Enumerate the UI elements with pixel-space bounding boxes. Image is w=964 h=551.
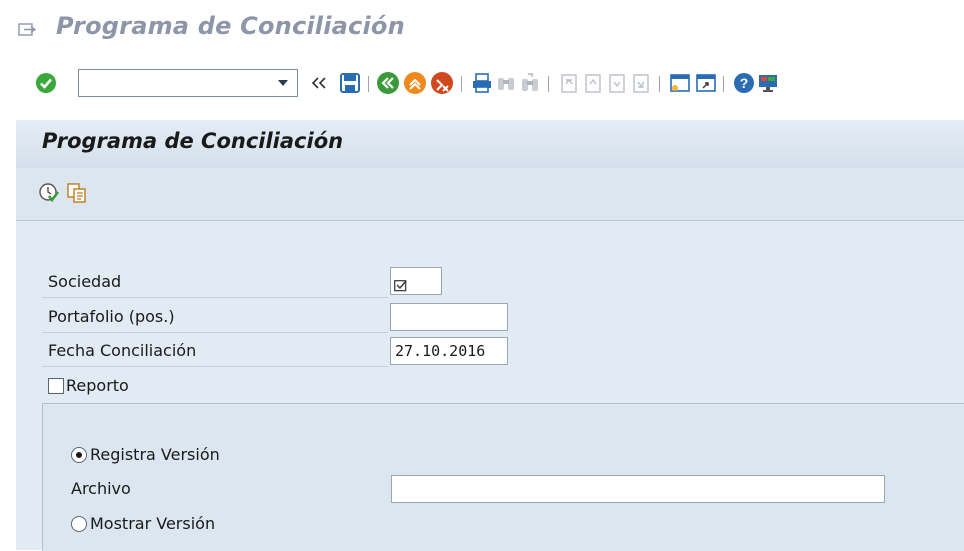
- main-panel: Programa de Conciliación Sociedad Portaf…: [16, 120, 964, 551]
- title-bar: Programa de Conciliación: [0, 0, 964, 62]
- menu-icon[interactable]: [18, 22, 37, 38]
- help-icon[interactable]: ?: [732, 71, 756, 95]
- mostrar-version-label: Mostrar Versión: [90, 514, 216, 533]
- svg-text:?: ?: [740, 75, 749, 91]
- mostrar-version-radio[interactable]: [71, 516, 87, 532]
- find-icon[interactable]: [494, 71, 518, 95]
- portafolio-label: Portafolio (pos.): [48, 307, 175, 326]
- print-icon[interactable]: [470, 71, 494, 95]
- application-toolbar: [16, 168, 964, 221]
- panel-header: Programa de Conciliación: [16, 120, 964, 169]
- command-dropdown-icon[interactable]: [273, 72, 293, 94]
- sociedad-label: Sociedad: [48, 272, 122, 291]
- customize-layout-icon[interactable]: [756, 71, 780, 95]
- required-entry-icon: [394, 274, 408, 300]
- save-icon[interactable]: [338, 71, 362, 95]
- archivo-label: Archivo: [71, 479, 131, 498]
- enter-icon[interactable]: [34, 71, 58, 95]
- fecha-field[interactable]: 27.10.2016: [390, 337, 508, 365]
- next-page-icon[interactable]: [605, 71, 629, 95]
- registra-version-radio[interactable]: [71, 447, 87, 463]
- command-field[interactable]: [78, 69, 298, 97]
- create-session-icon[interactable]: [668, 71, 692, 95]
- page-title: Programa de Conciliación: [42, 129, 344, 153]
- collapse-icon[interactable]: [309, 71, 329, 95]
- reporto-label: Reporto: [66, 376, 129, 395]
- reporto-checkbox[interactable]: [48, 378, 64, 394]
- execute-icon[interactable]: [38, 182, 60, 204]
- registra-version-label: Registra Versión: [90, 445, 220, 464]
- system-toolbar: ?: [0, 62, 964, 112]
- exit-icon[interactable]: [403, 71, 427, 95]
- cancel-icon[interactable]: [430, 71, 454, 95]
- get-variant-icon[interactable]: [66, 182, 88, 204]
- first-page-icon[interactable]: [557, 71, 581, 95]
- previous-page-icon[interactable]: [581, 71, 605, 95]
- portafolio-field[interactable]: [390, 303, 508, 331]
- version-group: Registra Versión Archivo Mostrar Versión: [42, 403, 964, 551]
- find-next-icon[interactable]: [518, 71, 542, 95]
- fecha-label: Fecha Conciliación: [48, 341, 197, 360]
- archivo-field[interactable]: [391, 475, 885, 503]
- create-shortcut-icon[interactable]: [694, 71, 718, 95]
- fecha-value: 27.10.2016: [395, 342, 486, 360]
- sociedad-field[interactable]: [390, 267, 442, 295]
- back-icon[interactable]: [376, 71, 400, 95]
- window-title: Programa de Conciliación: [56, 12, 405, 40]
- last-page-icon[interactable]: [629, 71, 653, 95]
